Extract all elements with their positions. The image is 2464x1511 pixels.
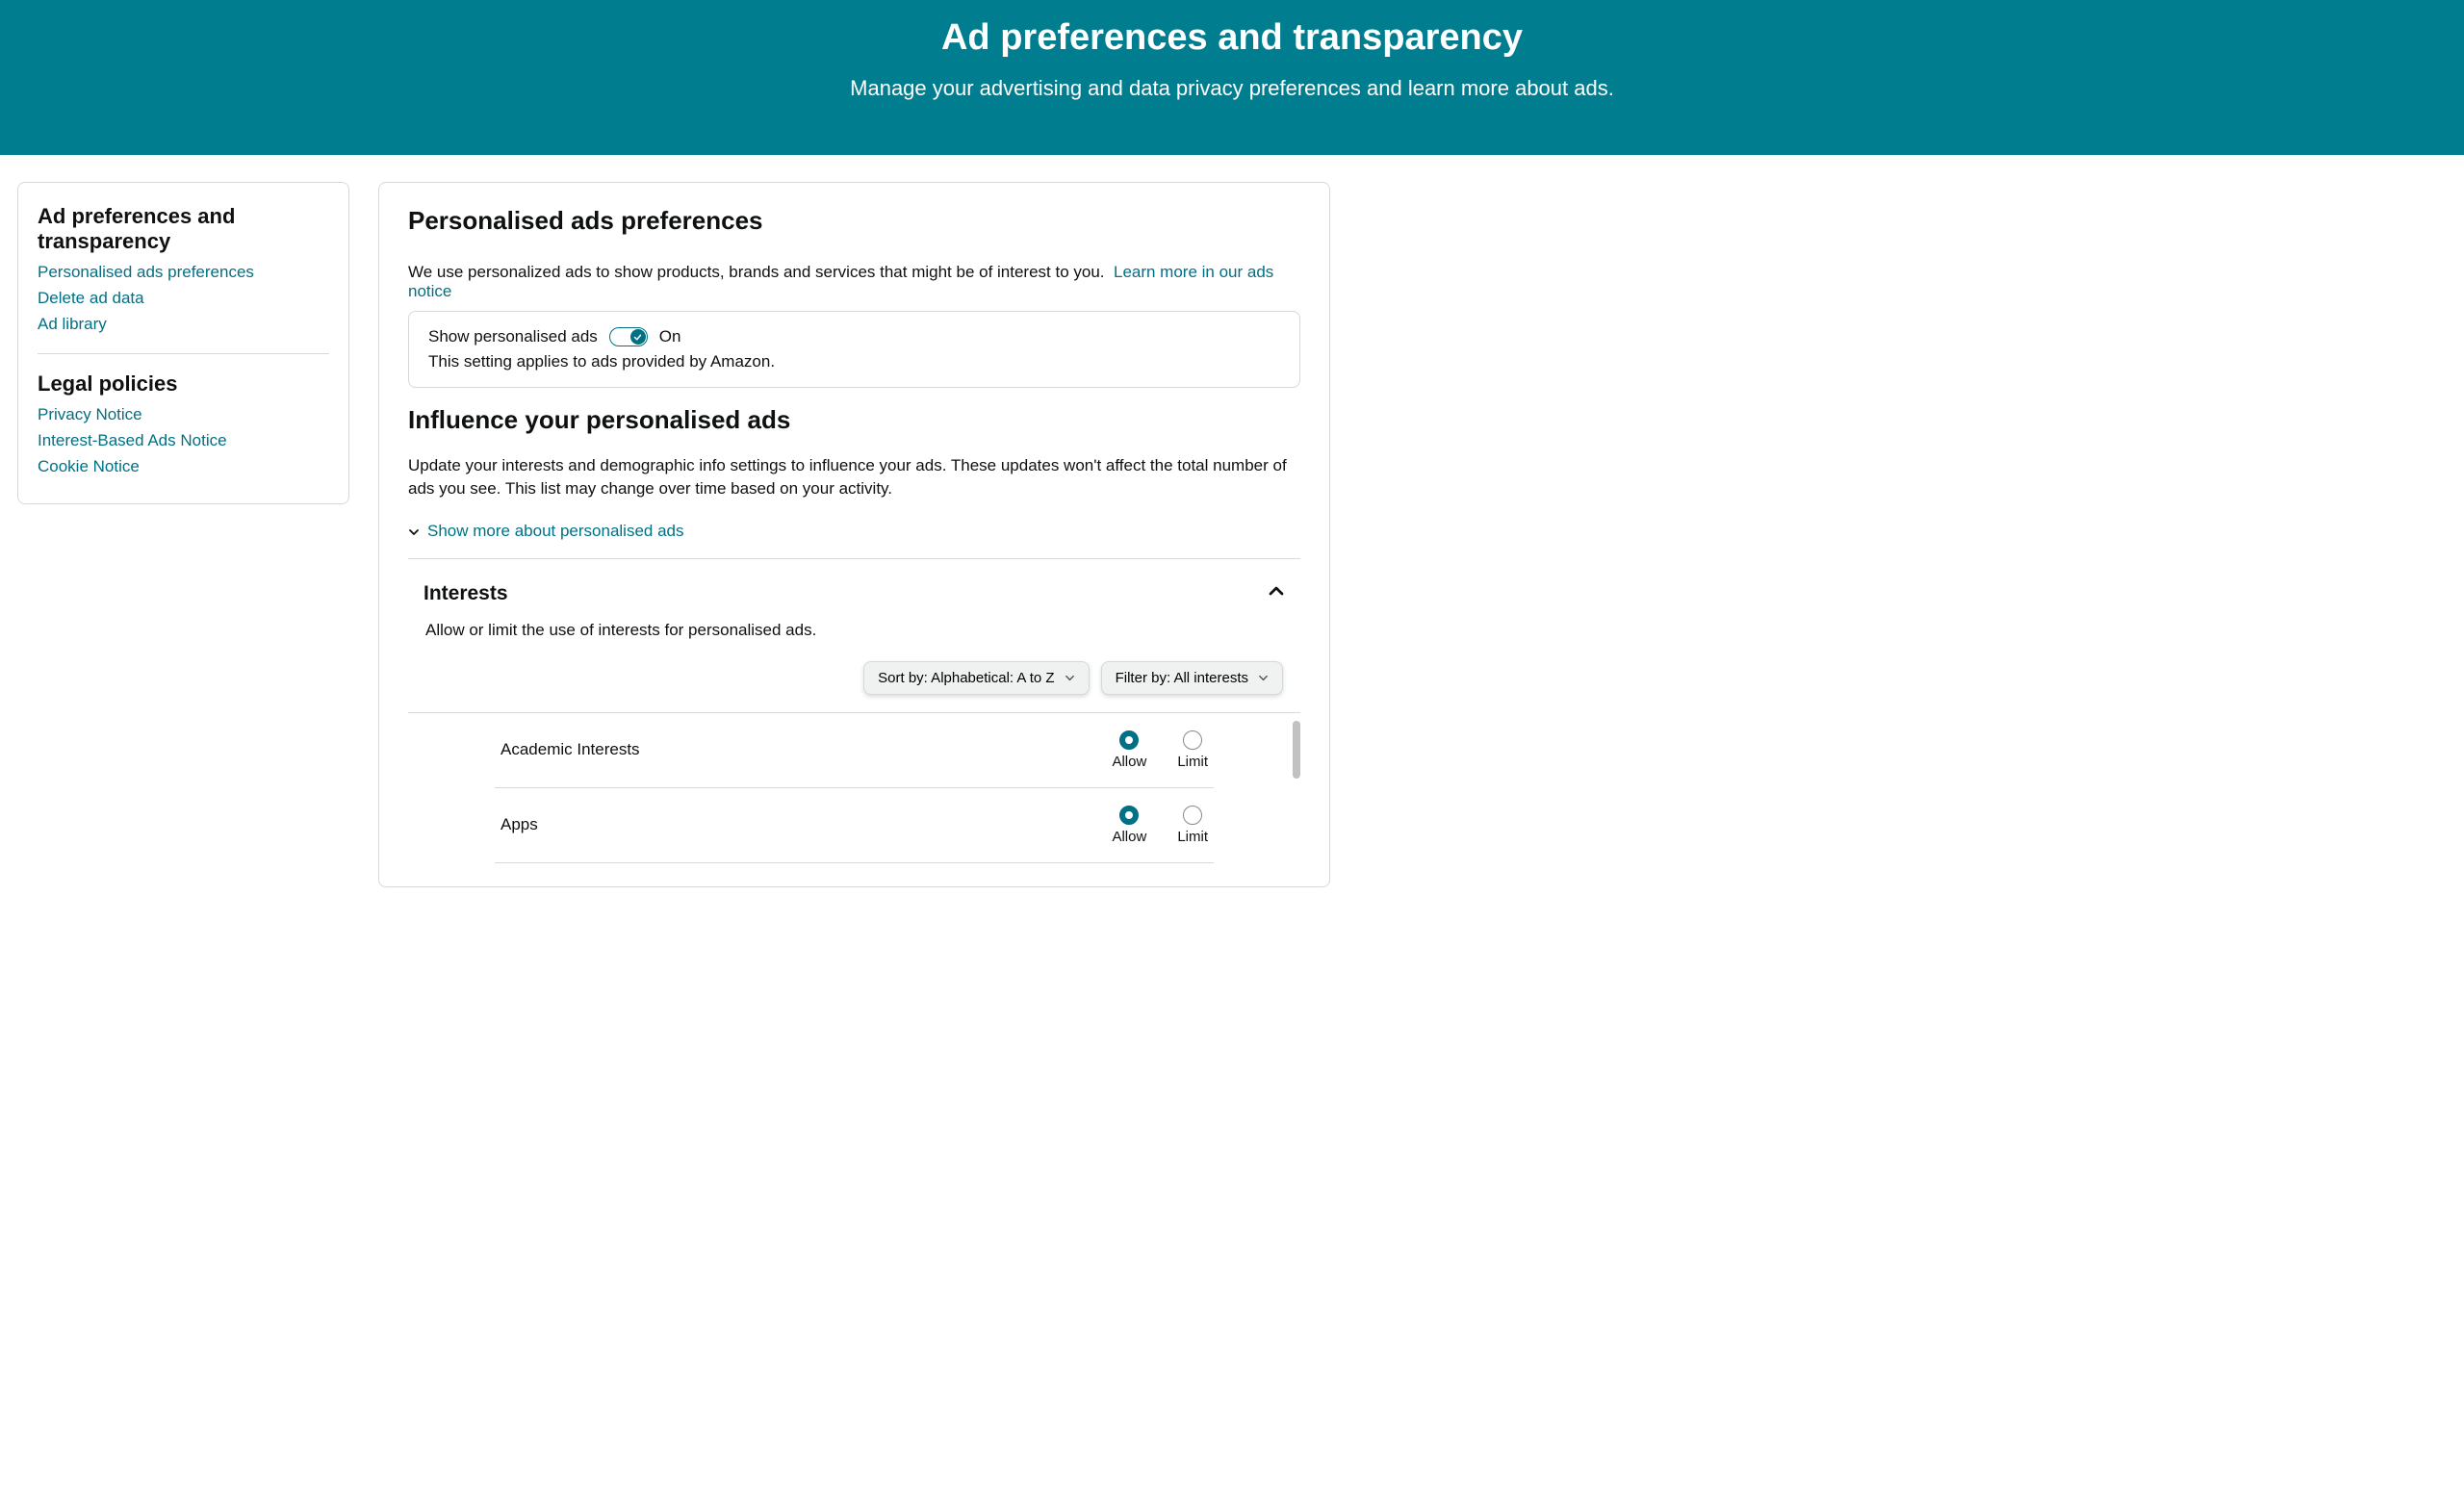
radio-unselected-icon xyxy=(1183,730,1202,750)
intro-text-body: We use personalized ads to show products… xyxy=(408,263,1105,281)
interest-item: Academic Interests Allow Limit xyxy=(495,713,1214,788)
sidebar-section-title-legal: Legal policies xyxy=(38,371,329,397)
show-more-expander[interactable]: Show more about personalised ads xyxy=(408,522,1300,559)
influence-body-text: Update your interests and demographic in… xyxy=(408,454,1300,500)
personalised-ads-toggle[interactable] xyxy=(609,327,648,346)
chevron-down-icon xyxy=(1258,673,1269,683)
radio-allow-label: Allow xyxy=(1112,754,1146,770)
check-icon xyxy=(633,333,642,342)
sidebar-section-title-prefs: Ad preferences and transparency xyxy=(38,204,329,254)
interest-item: Apps Allow Limit xyxy=(495,788,1214,863)
sidebar-link-personalised-ads[interactable]: Personalised ads preferences xyxy=(38,262,329,284)
main-content: Personalised ads preferences We use pers… xyxy=(378,182,1330,887)
interest-name: Academic Interests xyxy=(500,740,640,759)
radio-limit-label: Limit xyxy=(1177,754,1208,770)
interests-accordion-header[interactable]: Interests xyxy=(408,559,1300,621)
toggle-knob xyxy=(630,329,646,345)
sidebar-divider xyxy=(38,353,329,354)
sidebar-link-cookie-notice[interactable]: Cookie Notice xyxy=(38,456,329,478)
sidebar-link-privacy-notice[interactable]: Privacy Notice xyxy=(38,404,329,426)
chevron-down-icon xyxy=(1065,673,1075,683)
sidebar: Ad preferences and transparency Personal… xyxy=(17,182,349,887)
limit-radio[interactable]: Limit xyxy=(1177,806,1208,845)
sort-dropdown[interactable]: Sort by: Alphabetical: A to Z xyxy=(863,661,1089,695)
allow-radio[interactable]: Allow xyxy=(1112,730,1146,770)
page-title: Ad preferences and transparency xyxy=(19,17,2445,59)
radio-selected-icon xyxy=(1119,730,1139,750)
toggle-label: Show personalised ads xyxy=(428,327,598,346)
section-heading-influence: Influence your personalised ads xyxy=(408,405,1300,435)
sidebar-link-ad-library[interactable]: Ad library xyxy=(38,314,329,336)
hero-banner: Ad preferences and transparency Manage y… xyxy=(0,0,2464,155)
filter-row: Sort by: Alphabetical: A to Z Filter by:… xyxy=(408,661,1300,712)
intro-text: We use personalized ads to show products… xyxy=(408,263,1300,301)
toggle-state: On xyxy=(659,327,681,346)
chevron-up-icon xyxy=(1268,582,1285,604)
toggle-note: This setting applies to ads provided by … xyxy=(428,352,1280,371)
radio-selected-icon xyxy=(1119,806,1139,825)
chevron-down-icon xyxy=(408,525,420,537)
sidebar-link-interest-based-ads-notice[interactable]: Interest-Based Ads Notice xyxy=(38,430,329,452)
interest-list: Academic Interests Allow Limit Apps xyxy=(408,712,1300,863)
radio-allow-label: Allow xyxy=(1112,829,1146,845)
radio-unselected-icon xyxy=(1183,806,1202,825)
filter-label: Filter by: All interests xyxy=(1116,670,1248,686)
limit-radio[interactable]: Limit xyxy=(1177,730,1208,770)
radio-limit-label: Limit xyxy=(1177,829,1208,845)
personalised-ads-toggle-box: Show personalised ads On This setting ap… xyxy=(408,311,1300,388)
interests-title: Interests xyxy=(424,582,508,605)
show-more-label: Show more about personalised ads xyxy=(427,522,684,541)
section-heading-personalised-ads: Personalised ads preferences xyxy=(408,206,1300,236)
interest-name: Apps xyxy=(500,815,538,834)
scrollbar[interactable] xyxy=(1293,721,1300,779)
filter-dropdown[interactable]: Filter by: All interests xyxy=(1101,661,1283,695)
interests-subtitle: Allow or limit the use of interests for … xyxy=(408,621,1300,661)
page-subtitle: Manage your advertising and data privacy… xyxy=(19,76,2445,101)
sort-label: Sort by: Alphabetical: A to Z xyxy=(878,670,1054,686)
sidebar-link-delete-ad-data[interactable]: Delete ad data xyxy=(38,288,329,310)
allow-radio[interactable]: Allow xyxy=(1112,806,1146,845)
